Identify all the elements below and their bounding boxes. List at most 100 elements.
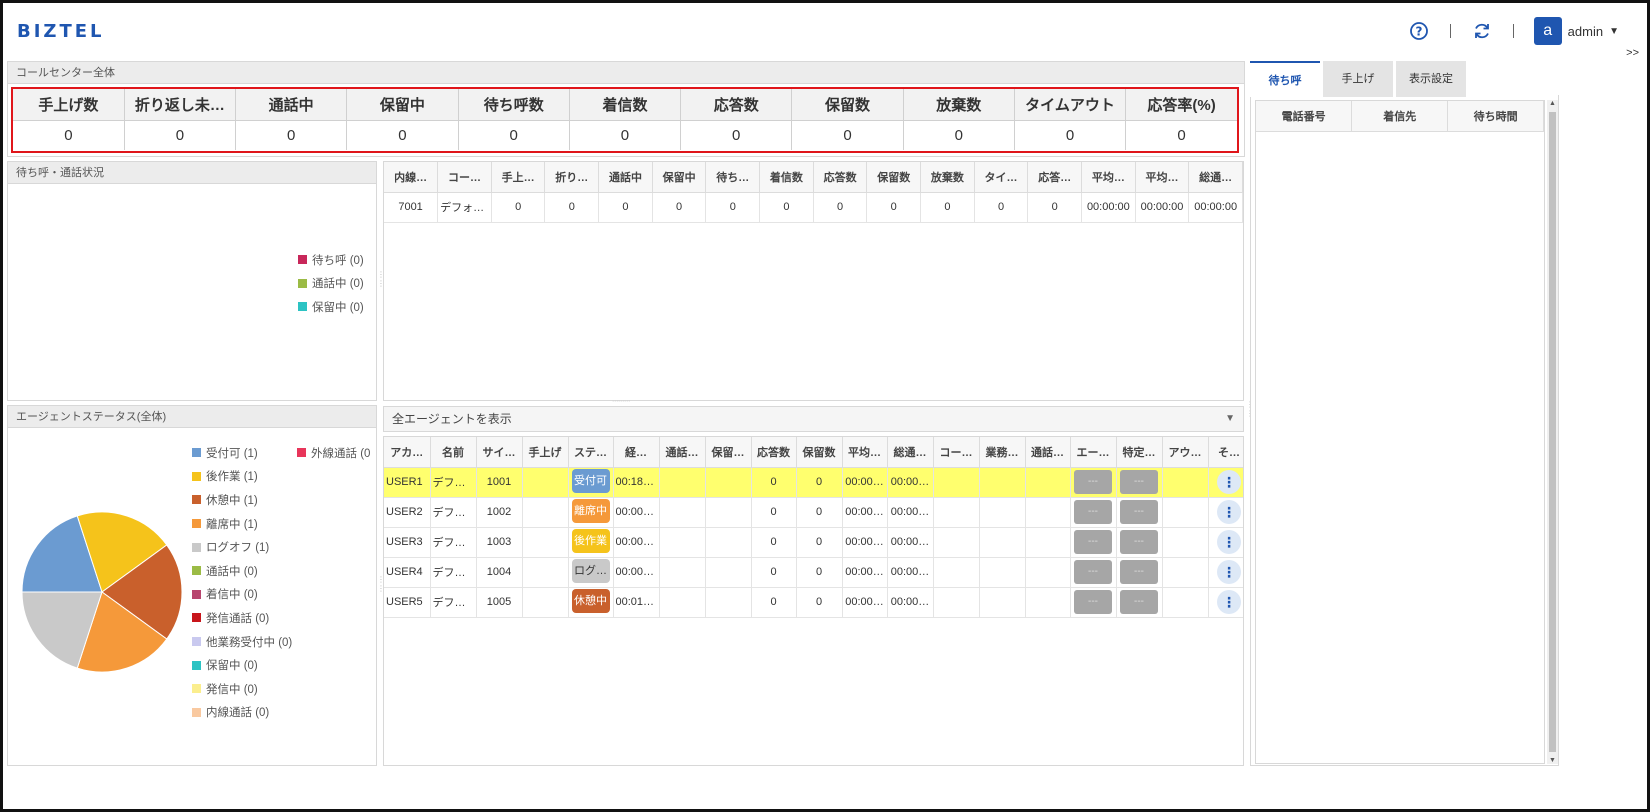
column-header[interactable]: 応答数 (813, 162, 868, 193)
agent-row[interactable]: USER3 デフォ… 1003 後作業 00:00… 0 0 00:00… 00:00… --- -… (384, 527, 1243, 558)
column-header[interactable]: 通話中 (598, 162, 653, 193)
scrollbar-thumb[interactable] (1549, 112, 1556, 752)
column-header[interactable]: 着信先 (1351, 101, 1449, 132)
column-header[interactable]: 経… (613, 437, 660, 468)
legend-item[interactable]: 外線通話 (0 (297, 441, 376, 465)
column-header[interactable]: 業務… (979, 437, 1026, 468)
agent-row[interactable]: USER2 デフォ… 1002 離席中 00:00… 0 0 00:00… 00:00… --- -… (384, 497, 1243, 528)
column-header[interactable]: 応答… (1027, 162, 1083, 193)
agent-action-button[interactable]: --- (1074, 470, 1112, 494)
column-header[interactable]: コー… (437, 162, 492, 193)
legend-item[interactable]: 待ち呼 (0) (298, 248, 364, 272)
column-header[interactable]: 内線… (384, 162, 439, 193)
legend-item[interactable]: 保留中 (0) (298, 295, 364, 319)
column-header[interactable]: 保留… (705, 437, 752, 468)
column-header[interactable]: 平均… (1081, 162, 1136, 193)
agent-action-button[interactable]: --- (1074, 590, 1112, 614)
column-header[interactable]: 折り… (544, 162, 600, 193)
agent-action-button[interactable]: --- (1120, 590, 1158, 614)
column-header[interactable]: アウ… (1162, 437, 1209, 468)
column-header[interactable]: 平均… (842, 437, 888, 468)
column-header[interactable]: 特定… (1116, 437, 1163, 468)
expand-panel-button[interactable]: >> (1626, 47, 1639, 59)
resize-handle[interactable]: ⋯⋯⋯ (612, 398, 630, 405)
more-menu-icon[interactable]: ⋮ (1217, 500, 1241, 524)
tab-2[interactable]: 表示設定 (1396, 61, 1466, 97)
agent-action-button[interactable]: --- (1074, 560, 1112, 584)
column-header[interactable]: 総通… (887, 437, 934, 468)
table-row[interactable]: 7001 デフォル… 0 0 0 0 0 0 0 0 0 0 0 00:00:00 00:00:00 00:0… (384, 192, 1243, 223)
user-name[interactable]: admin (1568, 24, 1603, 39)
legend-item[interactable]: 保留中 (0) (192, 653, 292, 677)
column-header[interactable]: サイ… (476, 437, 523, 468)
more-menu-icon[interactable]: ⋮ (1217, 530, 1241, 554)
agent-action-button[interactable]: --- (1120, 530, 1158, 554)
legend-item[interactable]: 通話中 (0) (298, 272, 364, 296)
legend-item[interactable]: 発信中 (0) (192, 677, 292, 701)
table-cell: 00:00:00 (1135, 192, 1190, 223)
column-header[interactable]: 保留中 (652, 162, 707, 193)
help-circle-icon[interactable]: ? (1408, 20, 1430, 42)
panel-title: エージェントステータス(全体) (8, 406, 376, 428)
tab-0[interactable]: 待ち呼 (1250, 61, 1320, 97)
agent-action-button[interactable]: --- (1120, 500, 1158, 524)
agent-action-button[interactable]: --- (1120, 560, 1158, 584)
legend-item[interactable]: 休憩中 (1) (192, 488, 292, 512)
legend-item[interactable]: 内線通話 (0) (192, 701, 292, 725)
user-avatar[interactable]: a (1533, 17, 1562, 45)
more-menu-icon[interactable]: ⋮ (1217, 470, 1241, 494)
more-menu-icon[interactable]: ⋮ (1217, 560, 1241, 584)
legend-item[interactable]: 着信中 (0) (192, 583, 292, 607)
column-header[interactable]: 通話… (659, 437, 706, 468)
status-badge[interactable]: 休憩中 (571, 588, 610, 613)
scroll-up-arrow-icon[interactable]: ▲ (1549, 100, 1556, 107)
tab-1[interactable]: 手上げ (1323, 61, 1393, 97)
column-header[interactable]: 応答数 (751, 437, 797, 468)
right-panel-scrollbar[interactable]: ▲ ▼ (1547, 100, 1558, 764)
agent-action-button[interactable]: --- (1074, 500, 1112, 524)
column-header[interactable]: 保留数 (796, 437, 843, 468)
status-badge[interactable]: 受付可 (571, 468, 610, 493)
summary-header: 保留中 (346, 89, 459, 121)
status-badge[interactable]: 後作業 (571, 528, 610, 553)
column-header[interactable]: アカ… (384, 437, 431, 468)
legend-label: ログオフ (1) (206, 542, 270, 555)
column-header[interactable]: 電話番号 (1256, 101, 1353, 132)
agent-row[interactable]: USER5 デフォ… 1005 休憩中 00:01… 0 0 00:00… 00:00… --- -… (384, 587, 1243, 618)
legend-item[interactable]: 受付可 (1) (192, 441, 292, 465)
column-header[interactable]: 着信数 (759, 162, 814, 193)
agent-action-button[interactable]: --- (1074, 530, 1112, 554)
status-badge[interactable]: ログ… (571, 558, 610, 583)
agent-action-button[interactable]: --- (1120, 470, 1158, 494)
column-header[interactable]: 手上げ (522, 437, 569, 468)
column-header[interactable]: そ… (1208, 437, 1243, 468)
more-menu-icon[interactable]: ⋮ (1217, 590, 1241, 614)
agent-filter-dropdown[interactable]: 全エージェントを表示 ▼ (383, 406, 1244, 432)
chevron-down-icon[interactable]: ▼ (1609, 26, 1619, 37)
column-header[interactable]: コー… (933, 437, 980, 468)
column-header[interactable]: 待ち… (705, 162, 761, 193)
legend-item[interactable]: 後作業 (1) (192, 465, 292, 489)
legend-item[interactable]: 離席中 (1) (192, 512, 292, 536)
column-header[interactable]: エー… (1070, 437, 1117, 468)
legend-item[interactable]: ログオフ (1) (192, 535, 292, 559)
column-header[interactable]: ステ… (568, 437, 614, 468)
column-header[interactable]: タイ… (974, 162, 1029, 193)
agent-row[interactable]: USER4 デフォ… 1004 ログ… 00:00… 0 0 00:00… 00:00… --- -… (384, 557, 1243, 588)
column-header[interactable]: 放棄数 (920, 162, 975, 193)
column-header[interactable]: 総通… (1188, 162, 1243, 193)
agent-row[interactable]: USER1 デフォ… 1001 受付可 00:18… 0 0 00:00… 00:00… --- -… (384, 467, 1243, 498)
refresh-icon[interactable] (1471, 20, 1493, 42)
column-header[interactable]: 手上… (491, 162, 546, 193)
column-header[interactable]: 名前 (430, 437, 477, 468)
legend-item[interactable]: 他業務受付中 (0) (192, 630, 292, 654)
status-badge[interactable]: 離席中 (571, 498, 610, 523)
column-header[interactable]: 保留数 (866, 162, 922, 193)
legend-item[interactable]: 通話中 (0) (192, 559, 292, 583)
scroll-down-arrow-icon[interactable]: ▼ (1549, 757, 1556, 764)
column-header[interactable]: 通話… (1025, 437, 1071, 468)
column-header[interactable]: 平均… (1135, 162, 1190, 193)
biztel-logo: BIZTEL (17, 21, 105, 42)
legend-item[interactable]: 発信通話 (0) (192, 606, 292, 630)
column-header[interactable]: 待ち時間 (1447, 101, 1544, 132)
